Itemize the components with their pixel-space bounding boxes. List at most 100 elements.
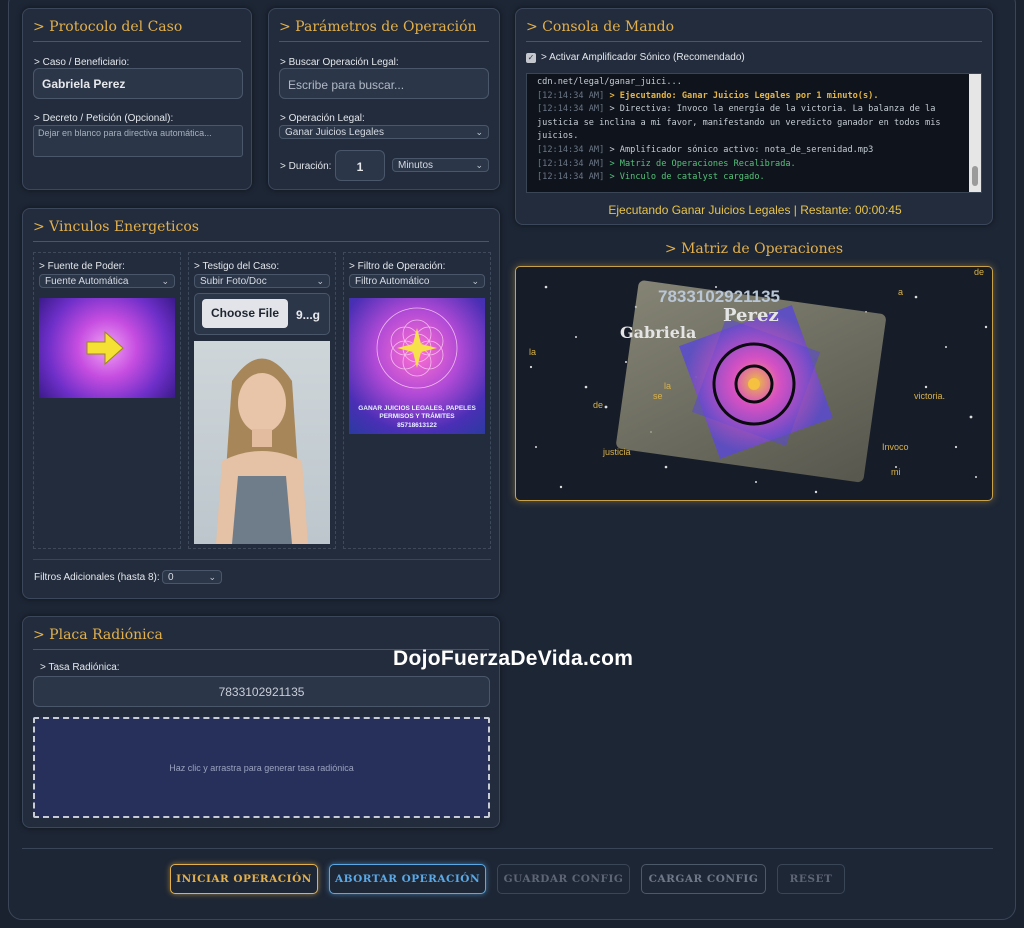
operacion-select[interactable]: Ganar Juicios Legales ⌄: [279, 125, 489, 139]
floating-word: la: [529, 347, 537, 357]
tasa-input[interactable]: 7833102921135: [33, 676, 490, 707]
duracion-unit-value: Minutos: [398, 160, 434, 171]
file-name: 9...g: [296, 308, 321, 322]
fuente-select-value: Fuente Automática: [45, 276, 129, 287]
caso-input-value: Gabriela Perez: [42, 77, 126, 91]
consola-panel: > Consola de Mando ✓ > Activar Amplifica…: [515, 8, 993, 225]
filtro-label: > Filtro de Operación:: [349, 261, 446, 272]
file-upload[interactable]: Choose File 9...g: [194, 293, 330, 335]
reset-button[interactable]: RESET: [777, 864, 845, 894]
chevron-down-icon: ⌄: [161, 276, 169, 286]
testigo-select-value: Subir Foto/Doc: [200, 276, 267, 287]
testigo-select[interactable]: Subir Foto/Doc ⌄: [194, 274, 330, 288]
floating-word: de: [974, 267, 985, 277]
floating-word: la: [664, 381, 672, 391]
duracion-value: 1: [356, 160, 364, 174]
floating-word: Invoco: [882, 442, 909, 452]
duracion-label: > Duración:: [280, 161, 332, 172]
filtro-select-value: Filtro Automático: [355, 276, 430, 287]
chevron-down-icon: ⌄: [208, 572, 216, 582]
duracion-input[interactable]: 1: [335, 150, 385, 181]
fuente-column: > Fuente de Poder: Fuente Automática ⌄: [33, 252, 181, 549]
fuente-image: [39, 298, 175, 398]
parametros-title: > Parámetros de Operación: [279, 9, 489, 42]
matriz-canvas[interactable]: 7833102921135 Gabriela Perez la de justi…: [515, 266, 993, 501]
matriz-title: > Matriz de Operaciones: [664, 241, 844, 257]
amplificador-checkbox[interactable]: ✓: [526, 53, 536, 63]
console-log[interactable]: cdn.net/legal/ganar_juici... [12:14:34 A…: [526, 73, 982, 193]
parametros-panel: > Parámetros de Operación > Buscar Opera…: [268, 8, 500, 190]
buscar-input[interactable]: Escribe para buscar...: [279, 68, 489, 99]
log-line: [12:14:34 AM] > Matriz de Operaciones Re…: [537, 158, 796, 169]
operacion-label: > Operación Legal:: [280, 113, 365, 124]
protocolo-title: > Protocolo del Caso: [33, 9, 241, 42]
choose-file-button[interactable]: Choose File: [202, 299, 288, 328]
filtro-caption-3: 85718613122: [397, 422, 437, 429]
filtro-image: GANAR JUICIOS LEGALES, PAPELES PERMISOS …: [349, 298, 485, 434]
duracion-unit-select[interactable]: Minutos ⌄: [392, 158, 489, 172]
log-line: [12:14:34 AM] > Vinculo de catalyst carg…: [537, 172, 765, 183]
radionic-drawing-area[interactable]: Haz clic y arrastra para generar tasa ra…: [33, 717, 490, 818]
cargar-config-button[interactable]: CARGAR CONFIG: [641, 864, 766, 894]
tasa-label: > Tasa Radiónica:: [40, 662, 120, 673]
buscar-placeholder: Escribe para buscar...: [288, 78, 405, 92]
log-line: [12:14:34 AM] > Directiva: Invoco la ene…: [537, 104, 936, 115]
adicionales-select[interactable]: 0 ⌄: [162, 570, 222, 584]
consola-status: Ejecutando Ganar Juicios Legales | Resta…: [608, 203, 902, 217]
log-line: [12:14:34 AM] > Amplificador sónico acti…: [537, 144, 874, 155]
log-line: cdn.net/legal/ganar_juici...: [537, 77, 682, 87]
filtro-select[interactable]: Filtro Automático ⌄: [349, 274, 485, 288]
floating-word: se: [653, 391, 663, 401]
filtro-caption-2: PERMISOS Y TRÁMITES: [379, 413, 455, 420]
adicionales-select-value: 0: [168, 572, 174, 583]
target-center: [748, 378, 760, 390]
watermark: DojoFuerzaDeVida.com: [393, 647, 634, 670]
placa-title: > Placa Radiónica: [33, 617, 489, 650]
buscar-label: > Buscar Operación Legal:: [280, 57, 399, 68]
matriz-name-last: Perez: [723, 305, 779, 326]
caso-input[interactable]: Gabriela Perez: [33, 68, 243, 99]
decreto-placeholder: Dejar en blanco para directiva automátic…: [38, 128, 212, 138]
floating-word: a: [898, 287, 904, 297]
floating-word: justicia: [603, 447, 631, 457]
adicionales-label: Filtros Adicionales (hasta 8):: [34, 572, 160, 583]
caso-label: > Caso / Beneficiario:: [34, 57, 130, 68]
log-line: [12:14:34 AM] > Ejecutando: Ganar Juicio…: [537, 90, 879, 101]
vinculos-panel: > Vinculos Energeticos > Fuente de Poder…: [22, 208, 500, 599]
drop-hint: Haz clic y arrastra para generar tasa ra…: [169, 762, 354, 773]
fuente-label: > Fuente de Poder:: [39, 261, 125, 272]
vinculos-divider: [33, 559, 491, 560]
floating-word: victoria.: [914, 391, 946, 401]
portrait-image: [216, 358, 308, 544]
floating-word: mi: [891, 467, 901, 477]
filtro-column: > Filtro de Operación: Filtro Automático…: [343, 252, 491, 549]
amplificador-label: > Activar Amplificador Sónico (Recomenda…: [541, 52, 745, 63]
testigo-photo: [194, 341, 330, 544]
decreto-textarea[interactable]: Dejar en blanco para directiva automátic…: [33, 125, 243, 157]
console-scrollbar[interactable]: [969, 74, 981, 192]
log-line: juicios.: [537, 131, 579, 142]
guardar-config-button[interactable]: GUARDAR CONFIG: [497, 864, 630, 894]
scrollbar-thumb[interactable]: [972, 166, 978, 186]
iniciar-operacion-button[interactable]: INICIAR OPERACIÓN: [170, 864, 318, 894]
chevron-down-icon: ⌄: [316, 276, 324, 286]
fuente-select[interactable]: Fuente Automática ⌄: [39, 274, 175, 288]
chevron-down-icon: ⌄: [471, 276, 479, 286]
vinculos-title: > Vinculos Energeticos: [33, 209, 489, 242]
floating-word: de: [593, 400, 604, 410]
matriz-rate: 7833102921135: [658, 287, 780, 306]
testigo-column: > Testigo del Caso: Subir Foto/Doc ⌄ Cho…: [188, 252, 336, 549]
matriz-name-first: Gabriela: [620, 323, 697, 342]
protocolo-panel: > Protocolo del Caso > Caso / Beneficiar…: [22, 8, 252, 190]
chevron-down-icon: ⌄: [475, 127, 483, 137]
consola-title: > Consola de Mando: [526, 9, 982, 42]
log-line: justicia se inclina a mi favor, manifest…: [537, 117, 941, 128]
tasa-value: 7833102921135: [218, 685, 305, 699]
arrow-icon: [86, 330, 124, 366]
decreto-label: > Decreto / Petición (Opcional):: [34, 113, 174, 124]
footer-divider: [22, 848, 993, 849]
filtro-caption-1: GANAR JUICIOS LEGALES, PAPELES: [358, 405, 476, 412]
testigo-label: > Testigo del Caso:: [194, 261, 280, 272]
abortar-operacion-button[interactable]: ABORTAR OPERACIÓN: [329, 864, 486, 894]
operacion-select-value: Ganar Juicios Legales: [285, 127, 384, 138]
